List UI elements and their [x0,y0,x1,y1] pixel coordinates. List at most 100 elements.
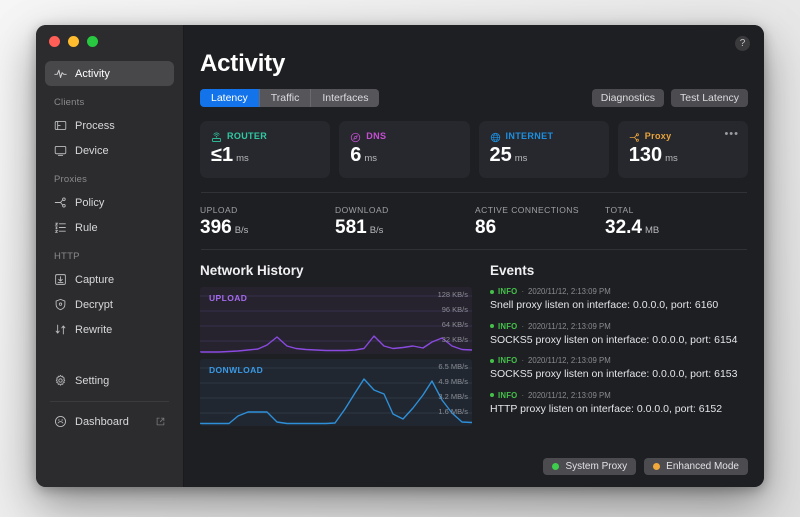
event-level-dot-icon [490,393,494,398]
activity-pulse-icon [54,67,67,80]
event-meta: INFO · 2020/11/12, 2:13:09 PM [490,391,748,400]
help-button[interactable]: ? [735,36,750,51]
download-ytick: 1.6 MB/s [438,407,468,416]
sidebar-item-device[interactable]: Device [45,138,174,163]
metric-value-row: 396 B/s [200,218,335,237]
download-chart[interactable]: DONWLOAD 6.5 MB/s 4.9 MB/s 3.2 MB/s 1.6 … [200,359,472,426]
traffic-metrics: UPLOAD 396 B/s DOWNLOAD 581 B/s ACTIVE C… [200,205,748,237]
tab-row: Latency Traffic Interfaces Diagnostics T… [200,89,748,107]
event-item[interactable]: INFO · 2020/11/12, 2:13:09 PM SOCKS5 pro… [490,322,748,347]
card-header: DNS [350,130,458,143]
sidebar-item-label: Dashboard [75,415,129,428]
tab-latency[interactable]: Latency [200,89,260,107]
zoom-window-button[interactable] [87,36,98,47]
sidebar-group-clients: Clients [54,97,85,108]
event-timestamp: 2020/11/12, 2:13:09 PM [528,321,611,331]
gear-icon [54,374,67,387]
card-router[interactable]: ROUTER ≤1 ms [200,121,331,178]
card-proxy[interactable]: ••• Proxy 130 ms [617,121,748,178]
system-proxy-toggle[interactable]: System Proxy [543,458,637,475]
decrypt-shield-icon [54,298,67,311]
policy-node-icon [54,196,67,209]
event-item[interactable]: INFO · 2020/11/12, 2:13:09 PM SOCKS5 pro… [490,356,748,381]
desktop-background: Activity Clients Process Device Proxies [0,0,800,517]
sidebar-item-label: Setting [75,374,110,387]
card-value-row: ≤1 ms [211,145,319,165]
card-more-button[interactable]: ••• [724,128,739,140]
sidebar-item-policy[interactable]: Policy [45,190,174,215]
sidebar-item-label: Activity [75,67,110,80]
metric-active-connections: ACTIVE CONNECTIONS 86 [475,205,605,237]
event-item[interactable]: INFO · 2020/11/12, 2:13:09 PM Snell prox… [490,287,748,312]
event-message: SOCKS5 proxy listen on interface: 0.0.0.… [490,333,738,346]
diagnostics-button[interactable]: Diagnostics [591,89,665,107]
tab-interfaces[interactable]: Interfaces [311,89,380,107]
card-unit: ms [665,153,678,164]
event-separator: · [521,287,525,296]
rewrite-arrows-icon [54,323,67,336]
sidebar-item-decrypt[interactable]: Decrypt [45,292,174,317]
download-series-label: DONWLOAD [209,365,264,375]
window-traffic-lights [49,36,98,47]
metric-label: UPLOAD [200,205,238,215]
sidebar-nav: Activity Clients Process Device Proxies [36,61,183,434]
minimize-window-button[interactable] [68,36,79,47]
card-value: 25 [489,144,512,166]
network-history-pane: Network History UPLOAD 128 KB/s 96 KB/s … [200,263,472,426]
event-level-dot-icon [490,289,494,294]
close-window-button[interactable] [49,36,60,47]
metric-total: TOTAL 32.4 MB [605,205,659,237]
sidebar-item-dashboard[interactable]: Dashboard [45,409,174,434]
card-title: INTERNET [505,130,554,141]
tab-group: Latency Traffic Interfaces [200,89,380,107]
upload-chart[interactable]: UPLOAD 128 KB/s 96 KB/s 64 KB/s 32 KB/s [200,287,472,354]
card-header: ROUTER [211,130,319,142]
test-latency-button[interactable]: Test Latency [671,89,748,107]
metric-label: DOWNLOAD [335,205,389,215]
sidebar-item-rule[interactable]: Rule [45,215,174,240]
bottom-panes: Network History UPLOAD 128 KB/s 96 KB/s … [200,263,748,426]
download-ytick: 3.2 MB/s [438,392,468,401]
event-item[interactable]: INFO · 2020/11/12, 2:13:09 PM HTTP proxy… [490,391,748,416]
event-level: INFO [498,390,518,400]
card-internet[interactable]: INTERNET 25 ms [478,121,609,178]
metric-download: DOWNLOAD 581 B/s [335,205,475,237]
metric-value-row: 581 B/s [335,218,475,237]
section-divider-top [201,192,747,193]
sidebar-item-capture[interactable]: Capture [45,267,174,292]
event-meta: INFO · 2020/11/12, 2:13:09 PM [490,322,748,331]
sidebar-item-process[interactable]: Process [45,113,174,138]
card-unit: ms [236,153,249,164]
sidebar-item-setting[interactable]: Setting [45,368,174,393]
card-value-row: 6 ms [350,145,458,165]
card-unit: ms [364,153,378,164]
system-proxy-label: System Proxy [565,461,628,472]
sidebar-item-rewrite[interactable]: Rewrite [45,317,174,342]
network-history-title: Network History [200,263,304,278]
enhanced-mode-status-dot-icon [653,463,661,470]
sidebar-item-label: Process [75,119,115,132]
enhanced-mode-toggle[interactable]: Enhanced Mode [644,458,748,475]
events-pane: Events INFO · 2020/11/12, 2:13:09 PM Sne… [490,263,748,426]
metric-label: ACTIVE CONNECTIONS [475,205,579,215]
tab-traffic[interactable]: Traffic [259,89,312,107]
event-separator: · [521,390,525,400]
event-level-dot-icon [490,358,494,363]
status-bar: System Proxy Enhanced Mode [543,458,748,475]
metric-upload: UPLOAD 396 B/s [200,205,335,237]
metric-value-row: 32.4 MB [605,218,659,237]
download-ytick: 4.9 MB/s [438,377,468,386]
event-timestamp: 2020/11/12, 2:13:09 PM [528,390,611,400]
sidebar-item-activity[interactable]: Activity [45,61,174,86]
card-header: INTERNET [490,130,598,143]
card-dns[interactable]: DNS 6 ms [339,121,470,178]
enhanced-mode-label: Enhanced Mode [666,461,739,472]
card-value: 6 [350,144,362,166]
card-title: ROUTER [227,130,268,141]
header-actions: Diagnostics Test Latency [591,89,748,107]
dashboard-face-icon [54,415,67,428]
page-title: Activity [200,50,286,77]
event-message: SOCKS5 proxy listen on interface: 0.0.0.… [490,368,738,381]
card-value-row: 25 ms [490,145,598,165]
